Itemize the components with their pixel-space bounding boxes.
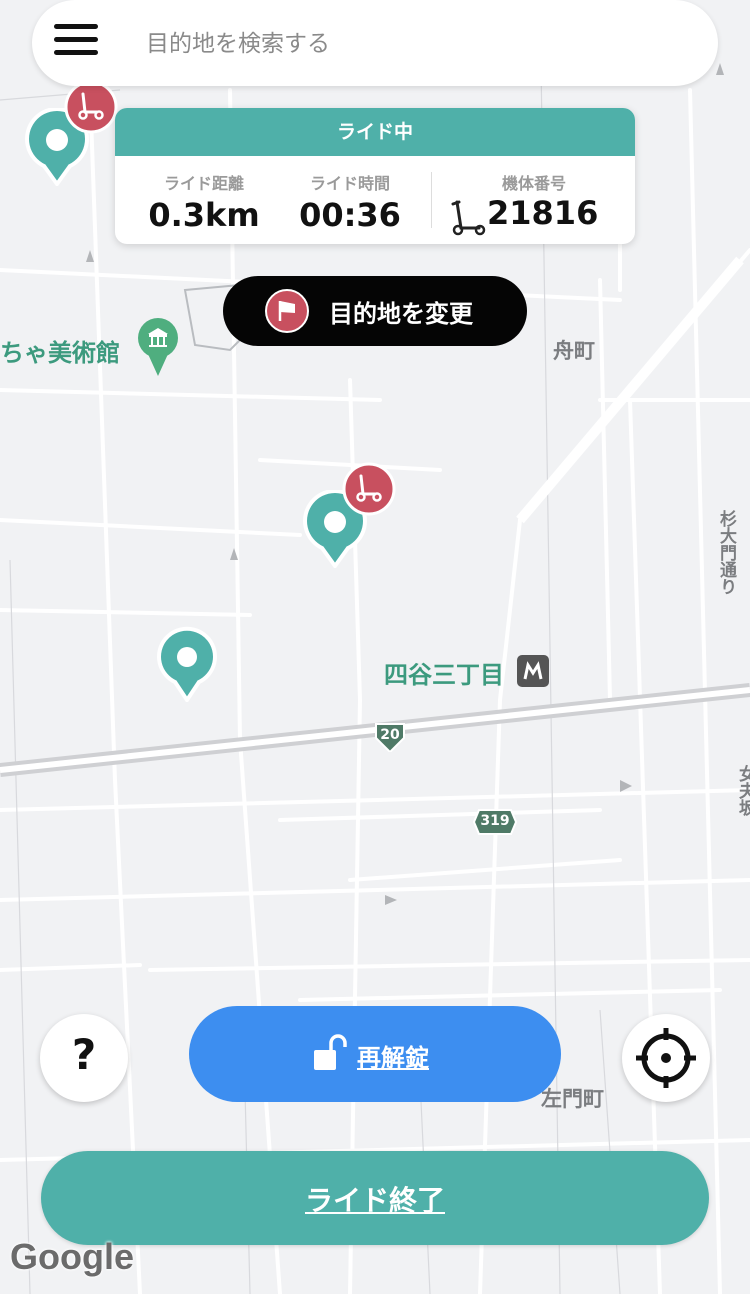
vehicle-label: 機体番号	[501, 174, 566, 193]
route-20-badge: 20	[374, 722, 406, 752]
hamburger-line	[54, 37, 98, 42]
museum-label: ちゃ美術館	[0, 339, 120, 367]
unlock-icon	[314, 1034, 347, 1070]
time-label: ライド時間	[309, 174, 390, 193]
google-logo: Google	[10, 1236, 134, 1277]
ride-status-card: ライド中 ライド距離 0.3km ライド時間 00:36 機体番号 21816	[115, 108, 635, 244]
funamachi-label: 舟町	[553, 339, 595, 363]
parking-pin-icon[interactable]	[156, 626, 218, 704]
hamburger-icon	[54, 24, 98, 29]
hamburger-line	[54, 50, 98, 55]
help-icon: ?	[71, 1030, 97, 1079]
search-bar	[32, 0, 718, 86]
route-319-badge: 319	[473, 809, 517, 835]
subway-icon	[517, 655, 549, 687]
scooter-marker-icon[interactable]	[64, 80, 118, 134]
locate-button[interactable]	[622, 1014, 710, 1102]
end-ride-label: ライド終了	[304, 1184, 445, 1217]
menu-button[interactable]	[54, 24, 98, 64]
change-destination-button[interactable]: 目的地を変更	[223, 276, 527, 346]
samon-label: 左門町	[541, 1087, 604, 1111]
help-button[interactable]: ?	[40, 1014, 128, 1102]
route-20-label: 20	[380, 727, 400, 743]
flag-icon	[265, 289, 309, 333]
distance-label: ライド距離	[163, 174, 244, 193]
route-319-label: 319	[480, 813, 510, 829]
crosshair-icon	[636, 1028, 696, 1088]
distance-stat: ライド距離 0.3km	[141, 170, 267, 234]
destination-search-input[interactable]	[144, 20, 688, 68]
end-ride-button[interactable]: ライド終了	[41, 1151, 709, 1245]
scooter-icon	[451, 200, 486, 236]
vehicle-stat: 機体番号 21816	[449, 170, 619, 236]
reunlock-label: 再解錠	[357, 1044, 429, 1072]
jochi-label: 女夫坂	[735, 765, 750, 816]
station-label: 四谷三丁目	[384, 661, 504, 689]
stat-divider	[431, 172, 432, 228]
ride-status-header: ライド中	[115, 108, 635, 156]
change-destination-label: 目的地を変更	[329, 300, 473, 328]
museum-pin-icon[interactable]	[138, 318, 178, 376]
time-stat: ライド時間 00:36	[287, 170, 413, 234]
time-value: 00:36	[299, 196, 401, 234]
reunlock-button[interactable]: 再解錠	[189, 1006, 561, 1102]
sugi-label: 杉大門通り	[716, 510, 736, 595]
distance-value: 0.3km	[148, 196, 260, 234]
vehicle-number: 21816	[487, 194, 599, 232]
scooter-marker-icon[interactable]	[342, 462, 396, 516]
